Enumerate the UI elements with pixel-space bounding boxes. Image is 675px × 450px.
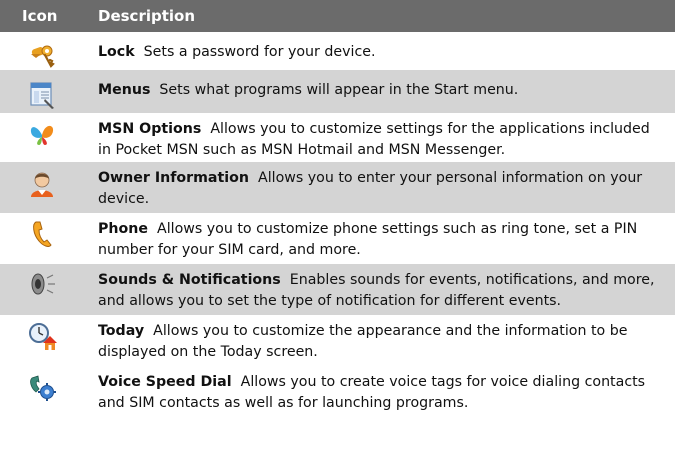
row-title: Sounds & Notifications: [98, 272, 281, 288]
voice-speed-dial-icon: [29, 375, 56, 401]
table-row-owner-information: Owner Information Allows you to enter yo…: [0, 162, 675, 213]
owner-person-icon: [30, 172, 53, 197]
icon-column-header: Icon: [22, 7, 58, 25]
row-title: Lock: [98, 44, 135, 60]
row-title: Voice Speed Dial: [98, 374, 232, 390]
row-description: Lock Sets a password for your device.: [83, 42, 675, 63]
speaker-sound-icon: [31, 273, 55, 295]
table-row-voice-speed-dial: Voice Speed Dial Allows you to create vo…: [0, 366, 675, 420]
row-title: MSN Options: [98, 121, 202, 137]
today-clock-home-icon: [28, 323, 57, 350]
table-row-msn-options: MSN Options Allows you to customize sett…: [0, 113, 675, 162]
table-row-today: Today Allows you to customize the appear…: [0, 315, 675, 366]
row-text: Allows you to customize the appearance a…: [98, 323, 628, 360]
settings-table: Icon Description Lock Sets a password fo…: [0, 0, 675, 420]
row-description: Owner Information Allows you to enter yo…: [83, 168, 675, 210]
description-column-header: Description: [98, 7, 196, 25]
row-text: Sets a password for your device.: [143, 44, 376, 60]
row-title: Menus: [98, 82, 151, 98]
table-header: Icon Description: [0, 0, 675, 32]
row-description: Voice Speed Dial Allows you to create vo…: [83, 372, 675, 414]
row-description: Today Allows you to customize the appear…: [83, 321, 675, 363]
row-title: Phone: [98, 221, 148, 237]
msn-butterfly-icon: [30, 125, 53, 145]
row-title: Today: [98, 323, 145, 339]
table-row-sounds-notifications: Sounds & Notifications Enables sounds fo…: [0, 264, 675, 315]
menus-window-icon: [29, 82, 54, 109]
row-title: Owner Information: [98, 170, 249, 186]
phone-handset-icon: [32, 221, 52, 247]
table-row-phone: Phone Allows you to customize phone sett…: [0, 213, 675, 264]
row-text: Allows you to customize phone settings s…: [98, 221, 638, 258]
table-row-menus: Menus Sets what programs will appear in …: [0, 70, 675, 113]
row-description: Menus Sets what programs will appear in …: [83, 80, 675, 101]
row-text: Sets what programs will appear in the St…: [159, 82, 519, 98]
table-row-lock: Lock Sets a password for your device.: [0, 32, 675, 70]
row-description: MSN Options Allows you to customize sett…: [83, 119, 675, 161]
row-description: Phone Allows you to customize phone sett…: [83, 219, 675, 261]
lock-keys-icon: [30, 45, 55, 68]
row-description: Sounds & Notifications Enables sounds fo…: [83, 270, 675, 312]
